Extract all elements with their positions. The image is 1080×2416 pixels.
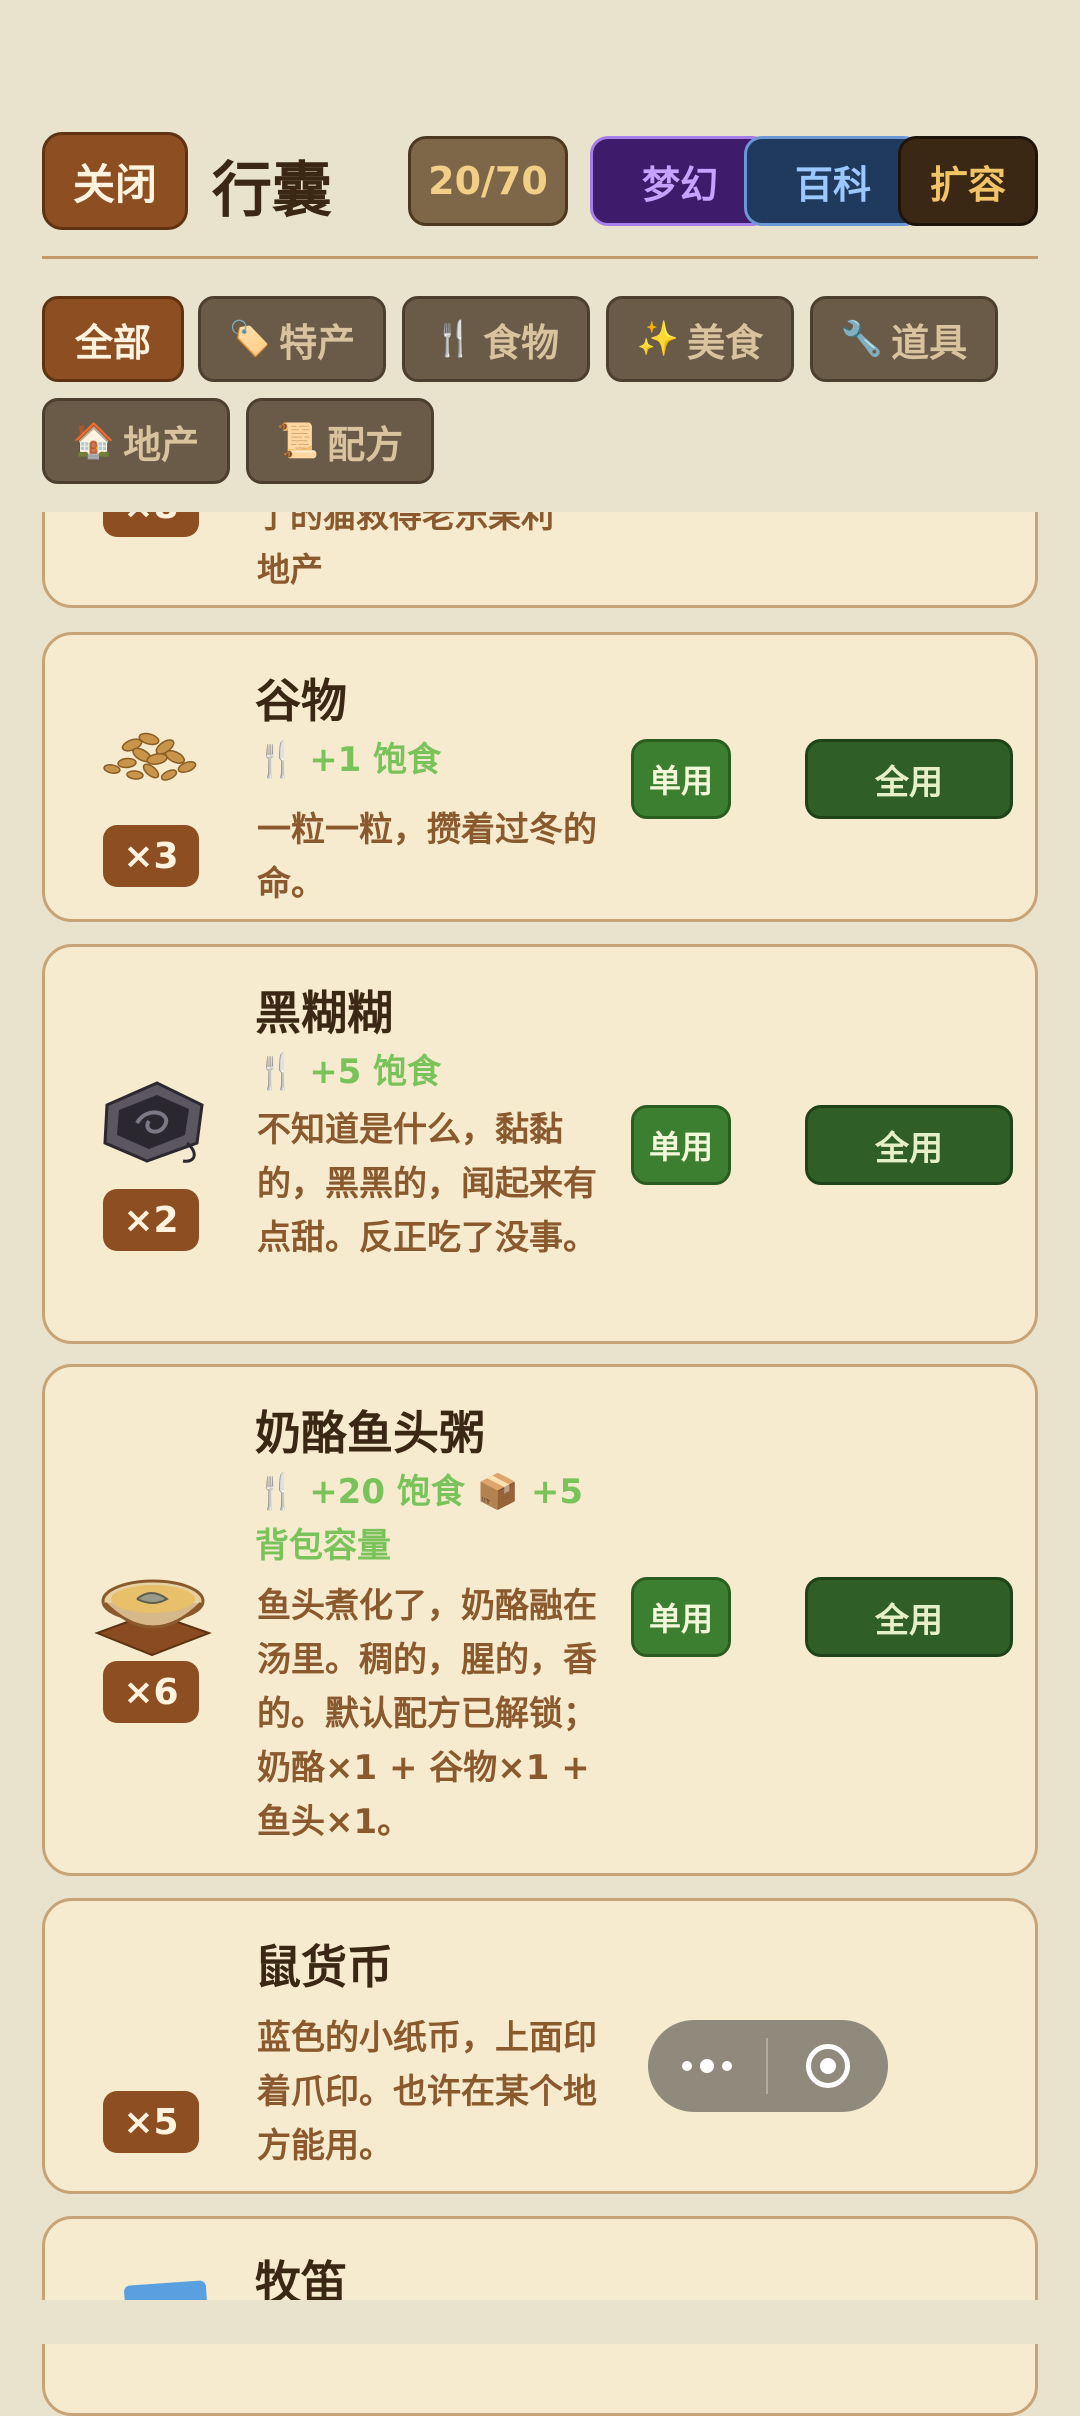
grain-image (103, 732, 197, 781)
filter-label: 特产 (279, 320, 356, 365)
item-name: 黑糊糊 (255, 986, 393, 1040)
item-name: 鼠货币 (255, 1940, 393, 1994)
quantity-badge: ×3 (103, 825, 199, 887)
item-description: 鱼头煮化了，奶酪融在汤里。稠的，腥的，香的。默认配方已解锁；奶酪×1 + 谷物×… (257, 1586, 597, 1842)
filter-label: 全部 (74, 320, 151, 365)
item-card-mouse-coin: ×5 鼠货币 蓝色的小纸币，上面印着爪印。也许在某个地方能用。 (42, 1898, 1038, 2194)
item-description: 一粒一粒，攒着过冬的命。 (257, 810, 597, 904)
fork-knife-icon: 🍴 (432, 319, 476, 359)
quantity-badge: ×5 (103, 2091, 199, 2153)
filter-label: 道具 (891, 320, 968, 365)
close-button[interactable]: 关闭 (42, 132, 188, 230)
wiki-button[interactable]: 百科 (744, 136, 922, 226)
dream-button[interactable]: 梦幻 (590, 136, 770, 226)
filter-label: 配方 (327, 422, 404, 467)
use-one-button[interactable]: 单用 (631, 1105, 731, 1185)
use-all-button[interactable]: 全用 (805, 1577, 1013, 1657)
expand-button[interactable]: 扩容 (898, 136, 1038, 226)
target-icon[interactable] (768, 2044, 888, 2088)
fork-knife-icon: 🍴 (255, 1052, 298, 1092)
use-one-button[interactable]: 单用 (631, 1577, 731, 1657)
item-card-black-paste: ×2 黑糊糊 🍴 +5 饱食 不知道是什么，黏黏的，黑黑的，闻起来有点甜。反正吃… (42, 944, 1038, 1344)
filter-tools[interactable]: 🔧 道具 (810, 296, 998, 382)
page-title: 行囊 (212, 156, 332, 226)
house-icon: 🏠 (72, 421, 116, 461)
filter-food[interactable]: 🍴 食物 (402, 296, 590, 382)
capacity-badge: 20/70 (408, 136, 568, 226)
more-dots-icon[interactable] (648, 2059, 766, 2073)
bottom-strip (0, 2300, 1080, 2344)
filter-label: 食物 (483, 320, 560, 365)
top-bar: 关闭 行囊 20/70 梦幻 百科 扩容 (42, 132, 1038, 232)
item-card-grain: ×3 谷物 🍴 +1 饱食 一粒一粒，攒着过冬的命。 单用 全用 (42, 632, 1038, 922)
use-one-button[interactable]: 单用 (631, 739, 731, 819)
item-effect: 🍴 +20 饱食 📦 +5 背包容量 (255, 1472, 584, 1566)
item-name: 奶酪鱼头粥 (255, 1406, 485, 1460)
item-effect: 🍴 +5 饱食 (255, 1052, 442, 1092)
quantity-badge: ×6 (103, 1661, 199, 1723)
filter-label: 地产 (123, 422, 200, 467)
filter-gourmet[interactable]: ✨ 美食 (606, 296, 794, 382)
filter-recipe[interactable]: 📜 配方 (246, 398, 434, 484)
porridge-image (94, 1579, 212, 1657)
scroll-icon: 📜 (276, 421, 320, 461)
wrench-icon: 🔧 (840, 319, 884, 359)
fork-knife-icon: 🍴 (255, 740, 298, 780)
fork-knife-icon: 🍴 (255, 1472, 298, 1512)
filter-label: 美食 (687, 320, 764, 365)
item-card-cheese-fish-porridge: ×6 奶酪鱼头粥 🍴 +20 饱食 📦 +5 背包容量 鱼头煮化了，奶酪融在汤里… (42, 1364, 1038, 1876)
item-effect: 🍴 +1 饱食 (255, 740, 442, 780)
item-description: 不知道是什么，黏黏的，黑黑的，闻起来有点甜。反正吃了没事。 (257, 1110, 597, 1258)
quantity-badge: ×2 (103, 1189, 199, 1251)
miniprogram-capsule (648, 2020, 888, 2112)
item-name: 谷物 (255, 674, 347, 728)
item-description: 蓝色的小纸币，上面印着爪印。也许在某个地方能用。 (257, 2018, 597, 2166)
divider (42, 256, 1038, 259)
filter-specialty[interactable]: 🏷️ 特产 (198, 296, 386, 382)
tag-icon: 🏷️ (228, 319, 272, 359)
use-all-button[interactable]: 全用 (805, 1105, 1013, 1185)
filter-all[interactable]: 全部 (42, 296, 184, 382)
header-panel: 关闭 行囊 20/70 梦幻 百科 扩容 全部 🏷️ 特产 🍴 食物 ✨ 美食 … (0, 0, 1080, 512)
filter-estate[interactable]: 🏠 地产 (42, 398, 230, 484)
box-icon: 📦 (476, 1472, 520, 1512)
use-all-button[interactable]: 全用 (805, 739, 1013, 819)
black-paste-image (103, 1081, 204, 1163)
sparkles-icon: ✨ (636, 319, 680, 359)
